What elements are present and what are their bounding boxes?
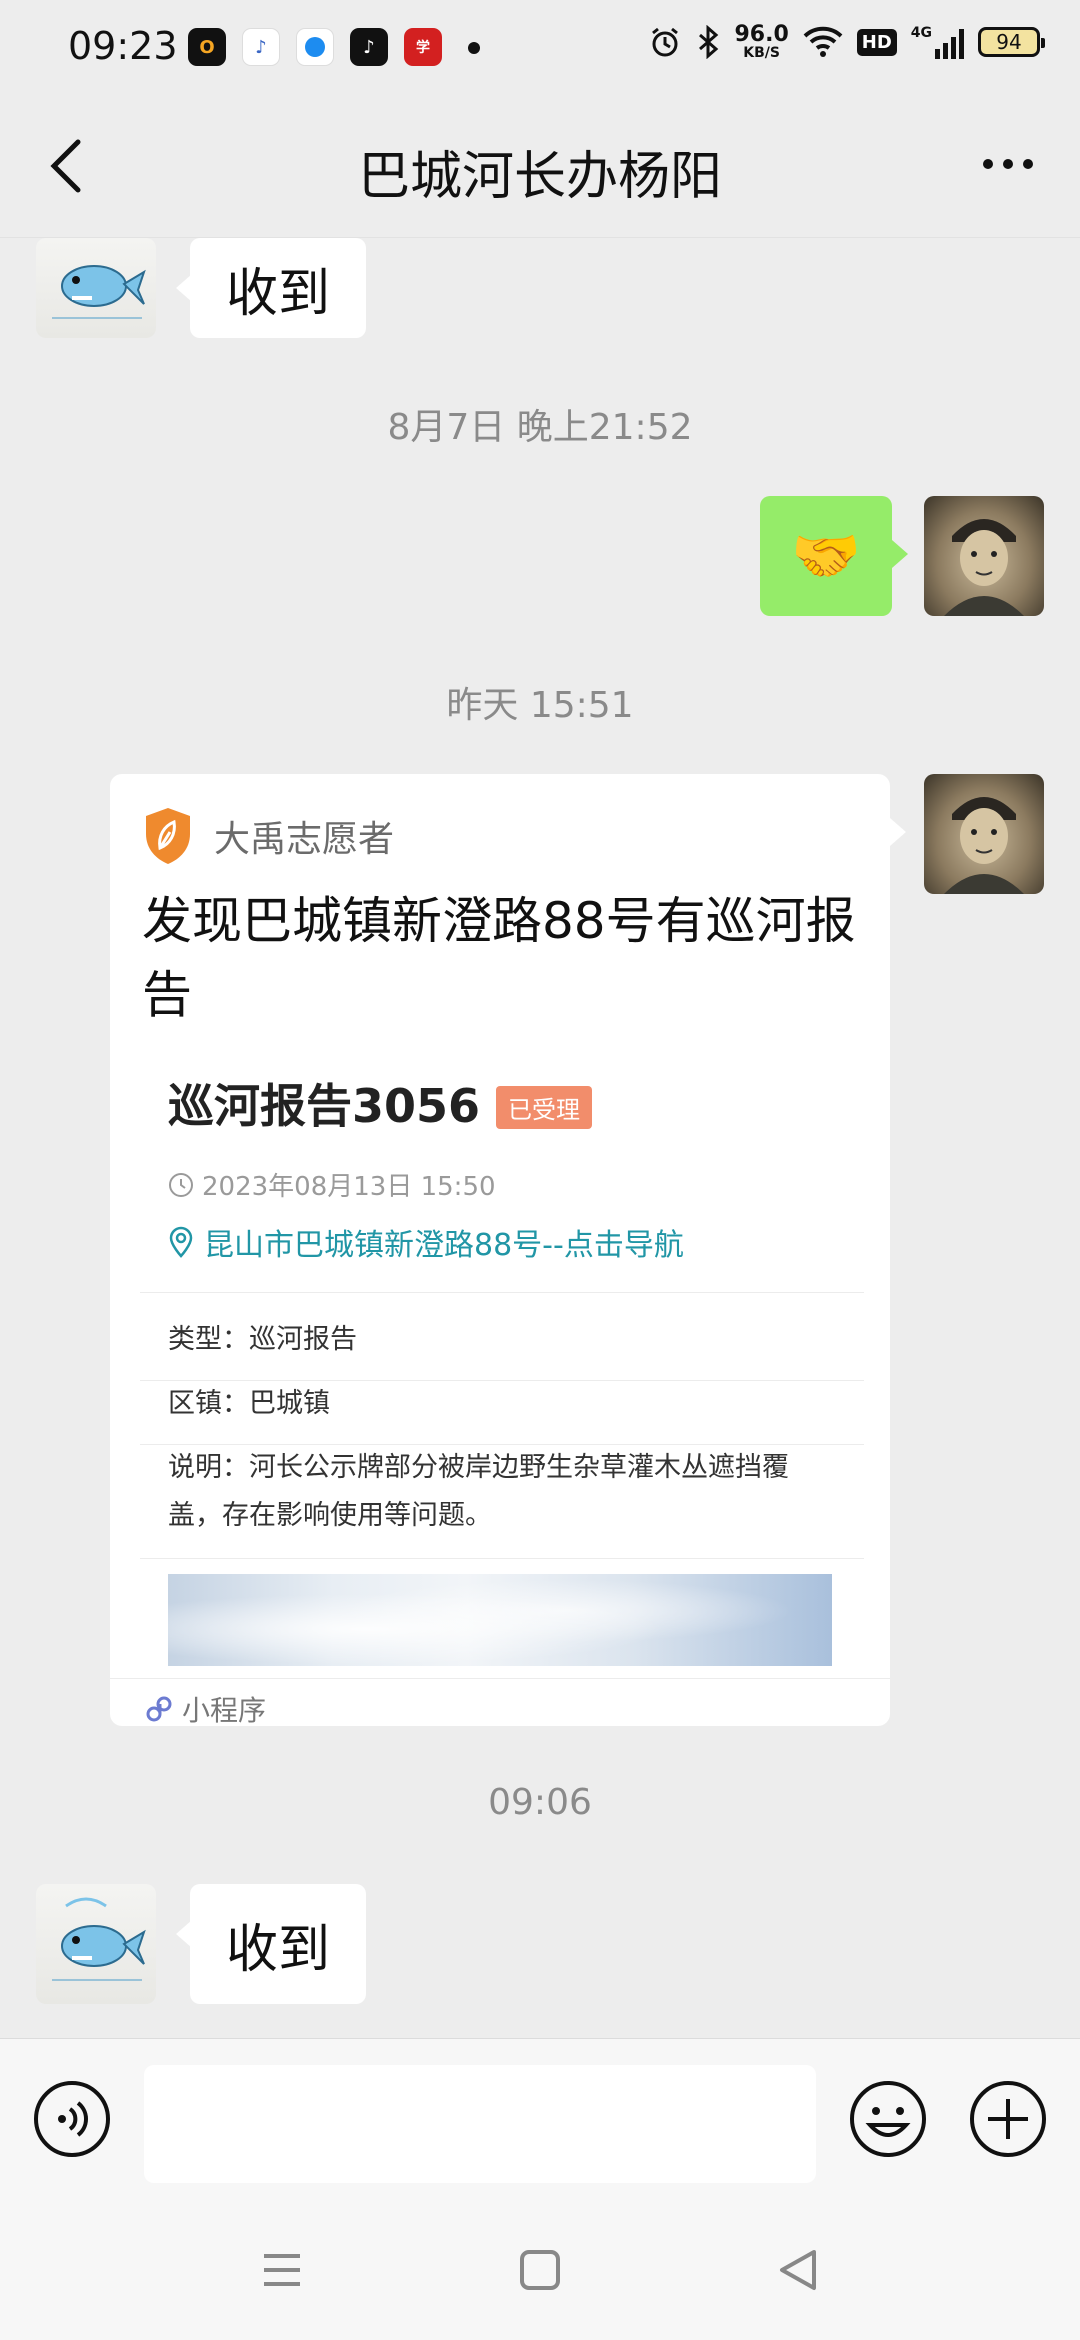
message-bubble[interactable]: 收到: [175, 238, 367, 338]
card-title: 发现巴城镇新澄路88号有巡河报告: [142, 892, 856, 1024]
field-description: 说明：河长公示牌部分被岸边野生杂草灌木丛遮挡覆盖，存在影响使用等问题。: [168, 1444, 838, 1540]
voice-input-button[interactable]: [32, 2079, 112, 2159]
card-footer: 小程序: [110, 1678, 890, 1729]
status-indicators: 96.0 KB/S HD 4G 94: [648, 22, 1045, 61]
notification-icons: O ♪ ♪ 学: [188, 28, 442, 66]
input-bar: [0, 2038, 1080, 2196]
navigate-link[interactable]: 昆山市巴城镇新澄路88号--点击导航: [168, 1220, 684, 1264]
whale-avatar-icon: [52, 265, 146, 319]
more-functions-button[interactable]: [968, 2079, 1048, 2159]
handshake-emoji: 🤝: [791, 524, 861, 589]
person-avatar-icon: [944, 519, 1024, 616]
nav-menu-button[interactable]: [258, 2246, 306, 2294]
more-dot-icon: [1003, 159, 1013, 169]
message-bubble[interactable]: 收到: [175, 1884, 367, 2004]
more-notifications-dot: [468, 42, 480, 54]
person-avatar-icon: [944, 797, 1024, 894]
plus-circle-icon: [970, 2081, 1046, 2157]
smiley-icon: [850, 2081, 926, 2157]
field-town-value: 巴城镇: [249, 1388, 330, 1419]
system-navigation-bar: [0, 2196, 1080, 2340]
mini-program-label: 小程序: [144, 1689, 266, 1729]
my-avatar[interactable]: [924, 496, 1044, 616]
network-speed: 96.0 KB/S: [734, 22, 789, 61]
field-town-label: 区镇：: [168, 1388, 249, 1419]
field-type: 类型：巡河报告: [168, 1316, 838, 1364]
study-app-icon: 学: [404, 28, 442, 66]
nav-back-button[interactable]: [774, 2246, 822, 2294]
field-description-value: 河长公示牌部分被岸边野生杂草灌木丛遮挡覆盖，存在影响使用等问题。: [168, 1452, 789, 1531]
network-speed-unit: KB/S: [743, 45, 780, 61]
shield-leaf-icon: [146, 808, 190, 864]
bluetooth-icon: [699, 25, 719, 59]
report-title: 巡河报告3056: [168, 1079, 481, 1133]
message-timestamp: 昨天 15:51: [446, 685, 634, 726]
contact-avatar[interactable]: [36, 238, 156, 338]
office-app-icon: O: [188, 28, 226, 66]
status-time: 09:23: [68, 24, 178, 68]
emoji-message-bubble[interactable]: 🤝: [760, 496, 908, 616]
nav-home-button[interactable]: [516, 2246, 564, 2294]
mini-program-card[interactable]: 大禹志愿者 发现巴城镇新澄路88号有巡河报告 巡河报告3056 已受理 2023…: [110, 774, 906, 1729]
field-type-value: 巡河报告: [249, 1324, 357, 1355]
message-list[interactable]: 收到 8月7日 晚上21:52 🤝 昨天 15:51 大禹志愿者 发现巴城镇新澄…: [0, 238, 1080, 2038]
report-photo: [168, 1574, 832, 1666]
location-text: 昆山市巴城镇新澄路88号--点击导航: [204, 1228, 684, 1263]
status-bar: 09:23 O ♪ ♪ 学 96.0 KB/S HD 4G 94: [0, 0, 1080, 96]
message-input[interactable]: [144, 2065, 816, 2183]
divider: [140, 1292, 864, 1293]
hd-badge: HD: [856, 28, 897, 56]
battery-indicator: 94: [978, 27, 1045, 57]
report-time: 2023年08月13日 15:50: [168, 1166, 496, 1203]
field-type-label: 类型：: [168, 1324, 249, 1355]
alarm-icon: [652, 27, 679, 57]
network-speed-value: 96.0: [734, 22, 789, 47]
divider: [140, 1558, 864, 1559]
card-source-name: 大禹志愿者: [214, 819, 395, 860]
home-square-icon: [520, 2250, 560, 2290]
location-pin-icon: [169, 1226, 193, 1258]
message-timestamp: 8月7日 晚上21:52: [387, 407, 693, 448]
menu-icon: [264, 2254, 300, 2286]
steps-app-icon: ♪: [242, 28, 280, 66]
signal-type: 4G: [910, 25, 932, 41]
field-town: 区镇：巴城镇: [168, 1380, 838, 1428]
wifi-icon: [803, 26, 843, 57]
chat-header: 巴城河长办杨阳: [0, 96, 1080, 238]
back-triangle-icon: [780, 2250, 816, 2290]
contact-avatar[interactable]: [36, 1884, 156, 2004]
mini-program-text: 小程序: [182, 1694, 267, 1727]
cell-signal: 4G: [911, 25, 964, 59]
voice-icon: [34, 2081, 110, 2157]
browser-app-icon: [296, 28, 334, 66]
more-dot-icon: [983, 159, 993, 169]
mini-program-icon: [146, 1696, 172, 1722]
more-dot-icon: [1023, 159, 1033, 169]
message-timestamp: 09:06: [488, 1782, 592, 1823]
emoji-button[interactable]: [848, 2079, 928, 2159]
field-description-label: 说明：: [168, 1452, 249, 1483]
chat-title: 巴城河长办杨阳: [357, 147, 722, 207]
status-badge: 已受理: [496, 1086, 592, 1129]
tiktok-app-icon: ♪: [350, 28, 388, 66]
whale-avatar-icon: [52, 1897, 146, 1981]
clock-icon: [169, 1172, 193, 1197]
more-options-button[interactable]: [972, 144, 1044, 184]
my-avatar[interactable]: [924, 774, 1044, 894]
report-datetime: 2023年08月13日 15:50: [202, 1172, 496, 1202]
card-source: 大禹志愿者: [142, 806, 394, 866]
